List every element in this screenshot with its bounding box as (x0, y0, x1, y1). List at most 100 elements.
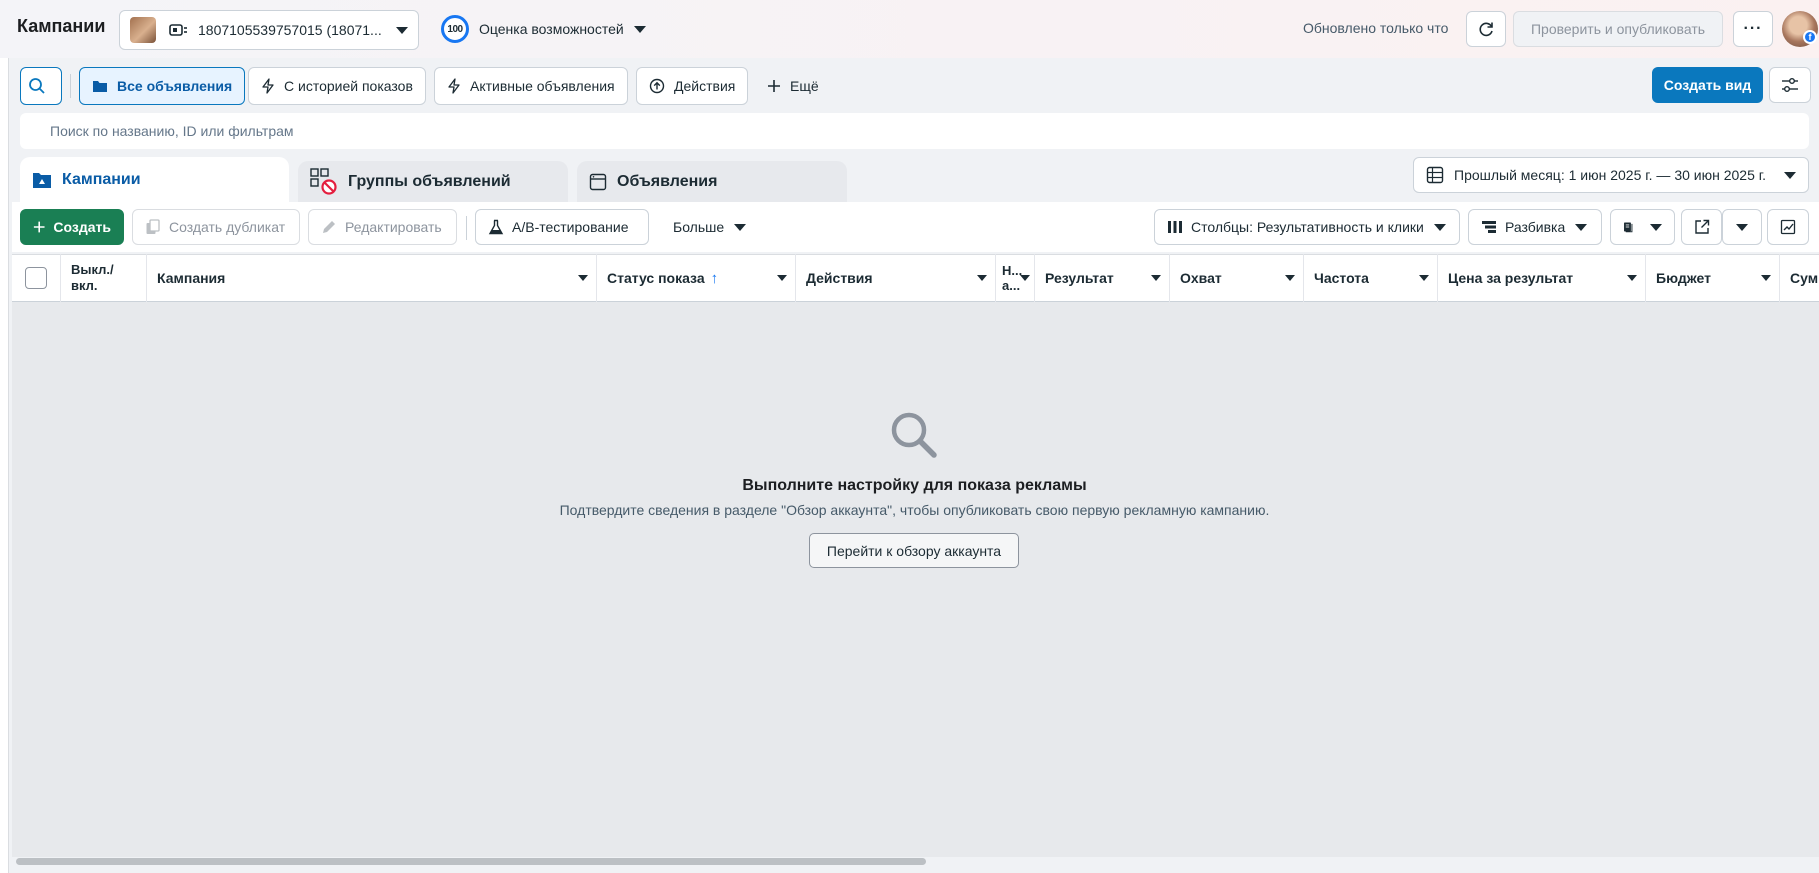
date-range-label: Прошлый месяц: 1 июн 2025 г. — 30 июн 20… (1454, 167, 1767, 183)
column-menu-icon[interactable] (578, 275, 588, 281)
calendar-table-icon (1426, 166, 1444, 184)
button-label: Создать дубликат (169, 219, 286, 235)
empty-state-title: Выполните настройку для показа рекламы (742, 477, 1087, 494)
filter-actions[interactable]: Действия (636, 67, 749, 105)
tab-label: Кампании (62, 170, 141, 188)
flask-icon (488, 219, 504, 235)
tab-label: Группы объявлений (348, 172, 511, 190)
column-menu-icon[interactable] (1419, 275, 1429, 281)
updated-status: Обновлено только что (1303, 20, 1449, 36)
filter-active-ads[interactable]: Активные объявления (434, 67, 628, 105)
column-menu-icon[interactable] (1761, 275, 1771, 281)
filter-more[interactable]: Ещё (755, 67, 831, 105)
columns-icon (1168, 221, 1182, 233)
button-label: Редактировать (345, 219, 442, 235)
chevron-down-icon (1736, 223, 1748, 231)
column-header-budget[interactable]: Бюджет (1646, 254, 1780, 302)
ab-test-button[interactable]: А/В-тестирование (475, 209, 649, 245)
table-body-empty (12, 302, 1819, 857)
divider (70, 74, 71, 98)
edit-button[interactable]: Редактировать (308, 209, 457, 245)
view-settings-button[interactable] (1769, 67, 1811, 103)
empty-state-description: Подтвердите сведения в разделе "Обзор ак… (559, 502, 1270, 518)
column-label: Действия (806, 270, 873, 286)
filter-label: Все объявления (117, 78, 233, 94)
column-header-reach[interactable]: Охват (1170, 254, 1304, 302)
duplicate-button[interactable]: Создать дубликат (132, 209, 300, 245)
campaign-icon (33, 172, 51, 188)
duplicate-icon (146, 219, 160, 234)
plus-icon (33, 221, 45, 233)
breakdown-icon (1482, 221, 1496, 233)
breakdown-dropdown[interactable]: Разбивка (1468, 209, 1602, 245)
more-options-button[interactable]: ··· (1733, 11, 1773, 47)
account-label: 1807105539757015 (18071... (198, 22, 382, 38)
column-header-result[interactable]: Результат (1035, 254, 1170, 302)
score-label: Оценка возможностей (479, 21, 624, 37)
filter-all-ads[interactable]: Все объявления (79, 67, 246, 105)
tab-label: Объявления (617, 172, 718, 190)
score-badge: 100 (441, 15, 469, 43)
column-header-cost-per-result[interactable]: Цена за результат (1438, 254, 1646, 302)
facebook-badge-icon: f (1803, 30, 1817, 44)
export-button[interactable] (1681, 209, 1722, 245)
column-menu-icon[interactable] (777, 275, 787, 281)
column-header-on-off[interactable]: Выкл./ вкл. (61, 254, 147, 302)
ad-account-icon (169, 24, 187, 36)
opportunity-score[interactable]: 100 Оценка возможностей (441, 15, 646, 43)
column-menu-icon[interactable] (1151, 275, 1161, 281)
column-menu-icon[interactable] (977, 275, 987, 281)
column-menu-icon[interactable] (1285, 275, 1295, 281)
column-header-frequency[interactable]: Частота (1304, 254, 1438, 302)
sliders-icon (1782, 78, 1798, 92)
account-avatar (130, 17, 156, 43)
account-selector[interactable]: 1807105539757015 (18071... (119, 10, 419, 50)
column-header-attribution[interactable]: Н... а... (996, 254, 1035, 302)
filter-label: Ещё (790, 78, 819, 94)
column-header-amount-spent[interactable]: Сум (1780, 254, 1819, 302)
magnifier-icon (891, 412, 937, 458)
folder-icon (93, 81, 107, 92)
chart-icon (1780, 219, 1796, 235)
chevron-down-icon (1650, 223, 1662, 231)
chevron-down-icon (1784, 171, 1796, 179)
scrollbar-thumb[interactable] (16, 858, 926, 865)
column-menu-icon[interactable] (1627, 275, 1637, 281)
search-input[interactable]: Поиск по названию, ID или фильтрам (20, 113, 1809, 149)
column-header-actions[interactable]: Действия (796, 254, 996, 302)
column-label: Цена за результат (1448, 270, 1574, 286)
more-actions-dropdown[interactable]: Больше (661, 209, 753, 245)
refresh-icon (1479, 22, 1493, 37)
pencil-icon (323, 221, 335, 233)
column-header-campaign[interactable]: Кампания (147, 254, 597, 302)
chart-button[interactable] (1767, 209, 1809, 245)
button-label: Разбивка (1505, 219, 1566, 235)
tab-campaigns[interactable]: Кампании (20, 157, 289, 202)
create-button[interactable]: Создать (20, 209, 124, 245)
column-header-delivery-status[interactable]: Статус показа ↑ (597, 254, 796, 302)
column-menu-icon[interactable] (1020, 275, 1030, 281)
select-all-checkbox[interactable] (25, 267, 47, 289)
filter-label: Активные объявления (470, 78, 615, 94)
create-view-button[interactable]: Создать вид (1652, 67, 1763, 103)
tab-ad-sets[interactable]: Группы объявлений (298, 161, 568, 202)
search-icon (28, 78, 45, 94)
review-publish-button[interactable]: Проверить и опубликовать (1513, 11, 1723, 47)
sort-ascending-icon: ↑ (710, 269, 719, 287)
date-range-picker[interactable]: Прошлый месяц: 1 июн 2025 г. — 30 июн 20… (1413, 157, 1809, 193)
divider (466, 216, 467, 240)
column-label: Результат (1045, 270, 1114, 286)
filter-with-history[interactable]: С историей показов (248, 67, 426, 105)
columns-dropdown[interactable]: Столбцы: Результативность и клики (1154, 209, 1460, 245)
export-icon (1694, 219, 1709, 234)
filter-label: Действия (674, 78, 736, 94)
reports-dropdown[interactable] (1610, 209, 1675, 245)
go-to-account-overview-button[interactable]: Перейти к обзору аккаунта (809, 533, 1019, 568)
refresh-button[interactable] (1466, 11, 1506, 47)
chevron-down-icon (1575, 223, 1588, 231)
page-title: Кампании (17, 16, 106, 36)
plus-icon (768, 80, 780, 92)
search-button[interactable] (20, 67, 62, 105)
tab-ads[interactable]: Объявления (577, 161, 847, 202)
export-dropdown[interactable] (1722, 209, 1762, 245)
